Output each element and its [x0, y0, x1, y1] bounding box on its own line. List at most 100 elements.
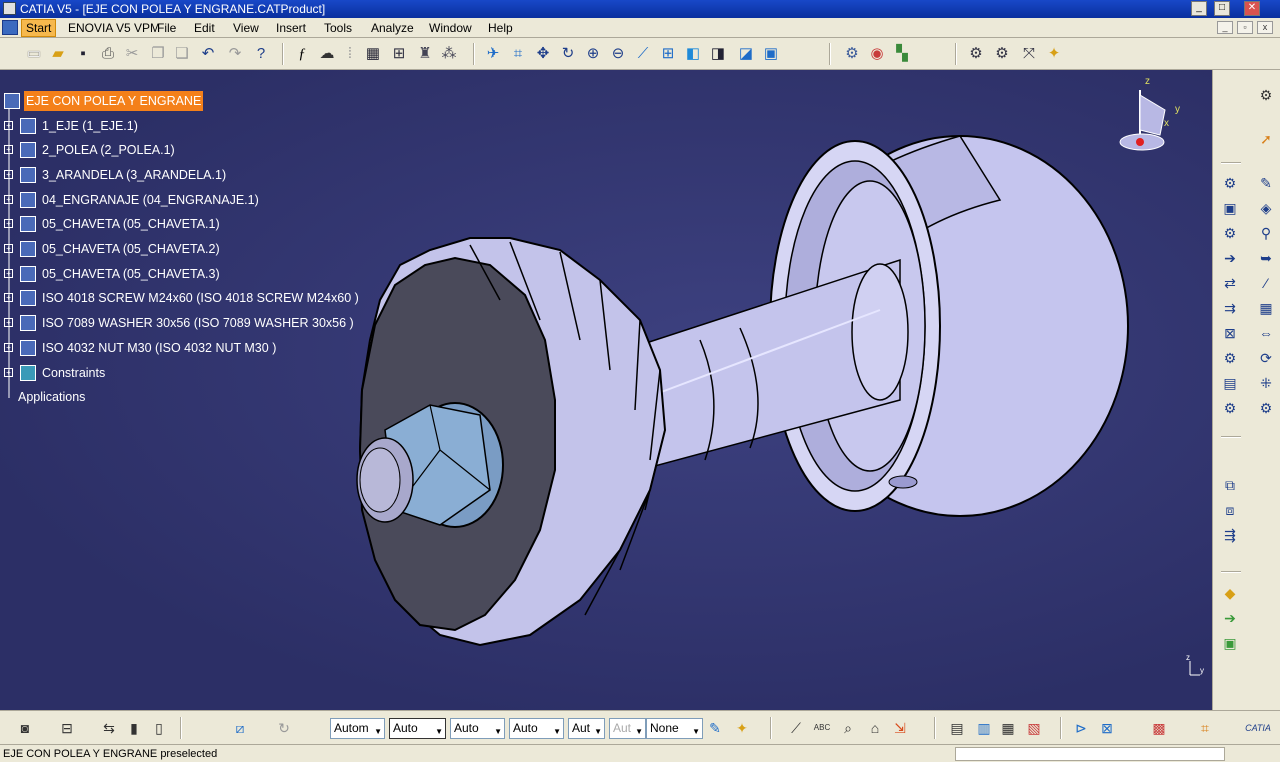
sparkle-icon[interactable]: ✦	[1045, 45, 1063, 63]
replace-component-icon[interactable]: ⚙	[1221, 224, 1239, 242]
swap-space-icon[interactable]: ▣	[762, 45, 780, 63]
new-icon[interactable]: ▭	[25, 45, 43, 63]
manipulation-snap-icon[interactable]: ⧈	[1221, 501, 1239, 519]
selective-load-icon[interactable]: ➥	[1257, 249, 1275, 267]
shading-icon[interactable]: ◨	[709, 45, 727, 63]
expand-icon[interactable]: +	[4, 368, 13, 377]
point-type-combo[interactable]: Aut ▼	[568, 718, 605, 739]
refresh-icon[interactable]: ↻	[275, 719, 293, 737]
expand-icon[interactable]: +	[4, 145, 13, 154]
gears-icon[interactable]: ⚙	[1257, 86, 1275, 104]
menu-enovia[interactable]: ENOVIA V5 VPM	[68, 21, 160, 35]
apply-material-icon[interactable]: ⇆	[100, 719, 118, 737]
pocket-icon[interactable]: ▣	[1221, 634, 1239, 652]
multi-view-icon[interactable]: ⊞	[659, 45, 677, 63]
flexible-subassembly-icon[interactable]: ⚙	[1257, 399, 1275, 417]
paste-icon[interactable]: ❏	[173, 45, 191, 63]
lock-icon[interactable]: ♜	[416, 45, 434, 63]
minimize-button[interactable]: _	[1191, 1, 1207, 16]
zoom-out-icon[interactable]: ⊖	[609, 45, 627, 63]
expand-icon[interactable]: +	[4, 343, 13, 352]
scene-icon[interactable]: ⊟	[58, 719, 76, 737]
camera-icon[interactable]: ◙	[16, 719, 34, 737]
expand-icon[interactable]: +	[4, 244, 13, 253]
bottle-icon[interactable]: ▯	[150, 719, 168, 737]
iso-view-icon[interactable]: ◧	[684, 45, 702, 63]
normal-view-icon[interactable]: ⟋	[634, 45, 652, 63]
flag-note-icon[interactable]: ⌕	[839, 719, 857, 737]
menu-view[interactable]: View	[233, 21, 259, 35]
copy-icon[interactable]: ❐	[149, 45, 167, 63]
catalog-component-icon[interactable]: ⌗	[1196, 719, 1214, 737]
multi-instantiation-icon[interactable]: ⁄	[1257, 274, 1275, 292]
catalog-icon[interactable]: ▦	[364, 45, 382, 63]
screen-capture-icon[interactable]: ▮	[125, 719, 143, 737]
3d-viewport[interactable]: z y x z y EJE CON POLEA Y ENGRANE + 1_EJ…	[0, 70, 1212, 710]
coincidence-constraint-icon[interactable]: ⊠	[1221, 324, 1239, 342]
fast-multi-instantiation-icon[interactable]: ⇉	[1221, 299, 1239, 317]
tree-item[interactable]: + 05_CHAVETA (05_CHAVETA.2)	[0, 239, 300, 259]
tree-item[interactable]: + ISO 4032 NUT M30 (ISO 4032 NUT M30 )	[0, 338, 360, 358]
distance-icon[interactable]: ▧	[1025, 719, 1043, 737]
fix-together-icon[interactable]: ⁜	[1257, 374, 1275, 392]
line-thickness-combo[interactable]: Auto ▼	[450, 718, 505, 739]
rotate-icon[interactable]: ↻	[559, 45, 577, 63]
annotation-icon[interactable]: ⇲	[891, 719, 909, 737]
hole-icon[interactable]: ➔	[1221, 609, 1239, 627]
tree-item[interactable]: + 2_POLEA (2_POLEA.1)	[0, 140, 300, 160]
whats-this-icon[interactable]: ?	[252, 45, 270, 63]
capture-icon[interactable]: ⌂	[866, 719, 884, 737]
save-icon[interactable]: ▪	[74, 45, 92, 63]
tree-item[interactable]: + 05_CHAVETA (05_CHAVETA.3)	[0, 264, 300, 284]
bill-of-material-icon[interactable]: ▤	[948, 719, 966, 737]
select-arrow-icon[interactable]: ➚	[1257, 130, 1275, 148]
formula-icon[interactable]: ƒ	[293, 45, 311, 63]
expand-icon[interactable]: +	[4, 293, 13, 302]
analysis-icon[interactable]: ⚙	[993, 45, 1011, 63]
product-structure-icon[interactable]: ⊞	[390, 45, 408, 63]
menu-window[interactable]: Window	[429, 21, 472, 35]
transparency-combo[interactable]: Auto ▼	[389, 718, 446, 739]
expand-icon[interactable]: +	[4, 318, 13, 327]
menu-analyze[interactable]: Analyze	[371, 21, 414, 35]
angle-constraint-icon[interactable]: ⟳	[1257, 349, 1275, 367]
new-part-icon[interactable]: ◈	[1257, 199, 1275, 217]
expand-icon[interactable]: +	[4, 219, 13, 228]
manage-representations-icon[interactable]: ⇄	[1221, 274, 1239, 292]
properties-icon[interactable]: ✦	[733, 719, 751, 737]
expand-icon[interactable]: +	[4, 170, 13, 179]
smart-move-icon[interactable]: ⇶	[1221, 526, 1239, 544]
clash-analysis-icon[interactable]: ▥	[975, 719, 993, 737]
print-icon[interactable]: ⎙	[99, 45, 117, 63]
snapshot-icon[interactable]: ⤧	[1020, 45, 1038, 63]
tree-item[interactable]: + 04_ENGRANAJE (04_ENGRANAJE.1)	[0, 190, 300, 210]
expand-icon[interactable]: +	[4, 269, 13, 278]
doc-minimize-button[interactable]: _	[1217, 21, 1233, 34]
doc-close-button[interactable]: x	[1257, 21, 1273, 34]
tree-applications[interactable]: Applications	[0, 387, 200, 407]
link-icon[interactable]: ⁞	[341, 45, 359, 63]
menu-insert[interactable]: Insert	[276, 21, 306, 35]
menu-help[interactable]: Help	[488, 21, 513, 35]
menu-edit[interactable]: Edit	[194, 21, 215, 35]
graph-tree-reordering-icon[interactable]: ⚲	[1257, 224, 1275, 242]
menu-start[interactable]: Start	[21, 19, 57, 37]
hide-show-icon[interactable]: ◪	[737, 45, 755, 63]
tree-item[interactable]: + 3_ARANDELA (3_ARANDELA.1)	[0, 165, 300, 185]
tree-item[interactable]: + ISO 4018 SCREW M24x60 (ISO 4018 SCREW …	[0, 288, 360, 308]
new-product-icon[interactable]: ▣	[1221, 199, 1239, 217]
open-icon[interactable]: ▰	[49, 45, 67, 63]
mechanical-structure-icon[interactable]: ▩	[1150, 719, 1168, 737]
dimension-icon[interactable]: ⟋	[787, 719, 805, 737]
tree-constraints[interactable]: + Constraints	[0, 363, 200, 383]
eraser-icon[interactable]: ⧄	[231, 719, 249, 737]
expand-icon[interactable]: +	[4, 121, 13, 130]
reuse-pattern-icon[interactable]: ▦	[1257, 299, 1275, 317]
fix-component-icon[interactable]: ▤	[1221, 374, 1239, 392]
fit-all-icon[interactable]: ⌗	[509, 45, 527, 63]
painter-icon[interactable]: ✎	[706, 719, 724, 737]
split-icon[interactable]: ◆	[1221, 584, 1239, 602]
sectioning-icon[interactable]: ▦	[999, 719, 1017, 737]
fly-mode-icon[interactable]: ✈	[484, 45, 502, 63]
cut-icon[interactable]: ✂	[123, 45, 141, 63]
